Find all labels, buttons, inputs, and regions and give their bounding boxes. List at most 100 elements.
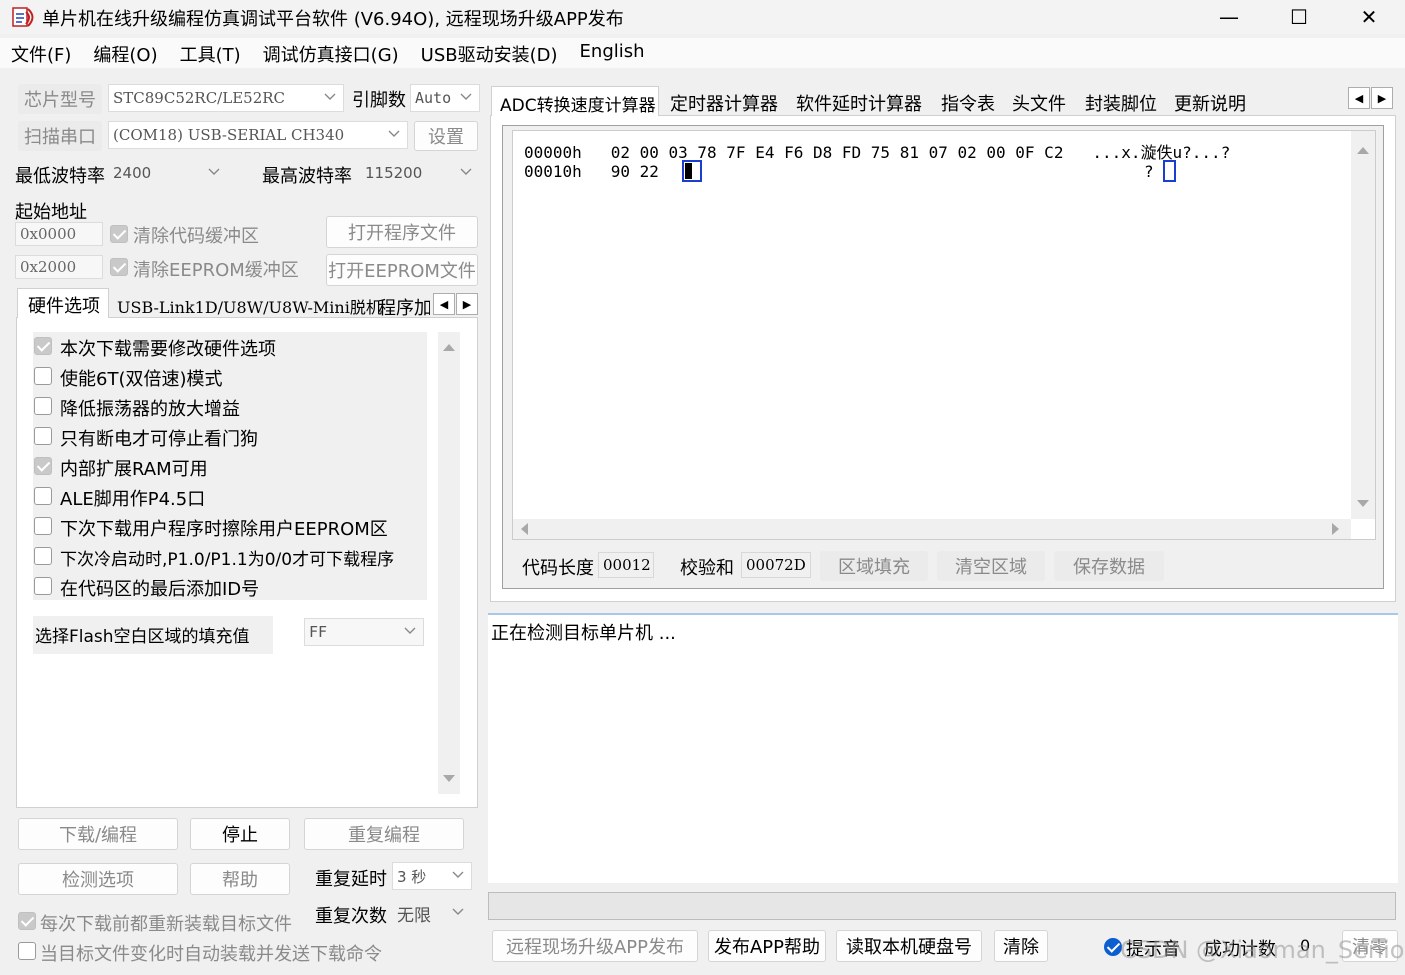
tab-hardware-options[interactable]: 硬件选项 <box>17 288 109 320</box>
minimize-button[interactable]: — <box>1194 0 1264 34</box>
option-checkbox[interactable] <box>34 367 52 385</box>
max-baud-select[interactable]: 115200 <box>360 159 480 187</box>
fill-region-button[interactable]: 区域填充 <box>820 551 928 581</box>
tab-header-file[interactable]: 头文件 <box>1012 90 1066 116</box>
clear-eeprom-checkbox[interactable] <box>110 258 128 276</box>
clear-code-checkbox[interactable] <box>110 225 128 243</box>
option-checkbox[interactable] <box>34 547 52 565</box>
menu-file[interactable]: 文件(F) <box>0 38 82 68</box>
repeat-count-select[interactable]: 无限 <box>392 899 472 927</box>
settings-button[interactable]: 设置 <box>414 121 478 151</box>
tab-scroll-left-icon[interactable]: ◀ <box>1348 87 1370 109</box>
hex-bytes: 02 00 03 78 7F E4 F6 D8 FD 75 81 07 02 0… <box>610 143 1064 162</box>
auto-send-label: 当目标文件变化时自动装载并发送下载命令 <box>40 944 382 965</box>
menu-english[interactable]: English <box>569 38 656 68</box>
option-label: 内部扩展RAM可用 <box>60 459 208 480</box>
hex-view[interactable]: 00000h 02 00 03 78 7F E4 F6 D8 FD 75 81 … <box>512 130 1376 540</box>
hex-vertical-scrollbar[interactable] <box>1351 131 1375 519</box>
close-button[interactable]: ✕ <box>1334 0 1404 34</box>
min-baud-select[interactable]: 2400 <box>108 159 228 187</box>
read-disk-id-button[interactable]: 读取本机硬盘号 <box>836 930 982 962</box>
option-checkbox[interactable] <box>34 487 52 505</box>
options-scrollbar[interactable] <box>438 332 460 794</box>
scan-port-button[interactable]: 扫描串口 <box>18 121 102 151</box>
tab-package-pins[interactable]: 封装脚位 <box>1085 90 1157 116</box>
fill-value-select[interactable]: FF <box>304 618 424 646</box>
menu-program[interactable]: 编程(O) <box>82 38 168 68</box>
hex-row: 00000h 02 00 03 78 7F E4 F6 D8 FD 75 81 … <box>524 139 1230 163</box>
checksum-label: 校验和 <box>680 558 734 579</box>
stop-button[interactable]: 停止 <box>190 818 290 850</box>
remote-upgrade-button[interactable]: 远程现场升级APP发布 <box>492 930 698 962</box>
chip-type-value: STC89C52RC/LE52RC <box>113 89 286 107</box>
option-checkbox[interactable] <box>34 427 52 445</box>
min-baud-value: 2400 <box>113 164 152 182</box>
repeat-delay-select[interactable]: 3 秒 <box>392 862 472 890</box>
tab-release-notes[interactable]: 更新说明 <box>1174 90 1246 116</box>
menu-debug[interactable]: 调试仿真接口(G) <box>252 38 410 68</box>
scroll-down-icon[interactable] <box>443 774 455 784</box>
option-label: 本次下载需要修改硬件选项 <box>60 339 276 360</box>
menu-tools[interactable]: 工具(T) <box>169 38 252 68</box>
port-value: (COM18) USB-SERIAL CH340 <box>113 126 345 144</box>
option-checkbox[interactable] <box>34 337 52 355</box>
open-eeprom-file-button[interactable]: 打开EEPROM文件 <box>326 254 478 286</box>
reset-count-button[interactable]: 清零 <box>1342 930 1398 962</box>
scroll-up-icon[interactable] <box>443 342 455 352</box>
hex-cursor <box>682 160 702 182</box>
hex-horizontal-scrollbar[interactable] <box>513 519 1351 539</box>
repeat-program-button[interactable]: 重复编程 <box>304 818 464 850</box>
code-address-input[interactable]: 0x0000 <box>15 222 103 246</box>
option-label: 下次下载用户程序时擦除用户EEPROM区 <box>60 519 388 540</box>
open-program-file-button[interactable]: 打开程序文件 <box>326 216 478 248</box>
tab-timer-calculator[interactable]: 定时器计算器 <box>670 90 778 116</box>
chevron-down-icon <box>452 871 464 878</box>
option-checkbox[interactable] <box>34 397 52 415</box>
menu-usb-driver[interactable]: USB驱动安装(D) <box>410 38 569 68</box>
hex-bytes: 90 22 <box>610 162 659 181</box>
option-checkbox[interactable] <box>34 577 52 595</box>
log-output[interactable]: 正在检测目标单片机 ... <box>488 613 1398 883</box>
tab-delay-calculator[interactable]: 软件延时计算器 <box>796 90 922 116</box>
pin-count-select[interactable]: Auto <box>410 84 480 112</box>
success-count-value: 0 <box>1284 933 1336 961</box>
beep-checkbox[interactable] <box>1104 938 1122 956</box>
maximize-button[interactable]: ☐ <box>1264 0 1334 34</box>
code-length-label: 代码长度 <box>522 558 594 579</box>
tab-scroll-right-icon[interactable]: ▶ <box>456 293 478 315</box>
detect-options-button[interactable]: 检测选项 <box>18 863 178 895</box>
download-program-button[interactable]: 下载/编程 <box>18 818 178 850</box>
save-data-button[interactable]: 保存数据 <box>1054 551 1164 581</box>
auto-send-checkbox[interactable] <box>18 942 36 960</box>
tab-scroll-left-icon[interactable]: ◀ <box>433 293 455 315</box>
chip-type-select[interactable]: STC89C52RC/LE52RC <box>108 84 344 112</box>
tab-scroll-right-icon[interactable]: ▶ <box>1371 87 1393 109</box>
option-checkbox[interactable] <box>34 457 52 475</box>
reload-target-checkbox[interactable] <box>18 912 36 930</box>
port-select[interactable]: (COM18) USB-SERIAL CH340 <box>108 121 408 149</box>
chevron-down-icon <box>208 168 220 175</box>
chevron-down-icon <box>460 93 472 100</box>
tab-adc-calculator[interactable]: ADC转换速度计算器 <box>491 86 659 118</box>
help-button[interactable]: 帮助 <box>190 863 290 895</box>
option-label: 使能6T(双倍速)模式 <box>60 369 223 390</box>
option-label: 在代码区的最后添加ID号 <box>60 579 260 600</box>
publish-app-help-button[interactable]: 发布APP帮助 <box>708 930 826 962</box>
window-title: 单片机在线升级编程仿真调试平台软件 (V6.94O), 远程现场升级APP发布 <box>42 9 624 30</box>
scroll-right-icon[interactable] <box>1331 523 1341 535</box>
clear-log-button[interactable]: 清除 <box>994 930 1048 962</box>
chevron-down-icon <box>460 168 472 175</box>
clear-region-button[interactable]: 清空区域 <box>937 551 1045 581</box>
tab-program-encrypt[interactable]: 程序加 <box>378 294 430 320</box>
eeprom-address-input[interactable]: 0x2000 <box>15 255 103 279</box>
tab-instruction-table[interactable]: 指令表 <box>941 90 995 116</box>
hex-ascii: ...x.漩佚u?...? <box>1092 143 1231 162</box>
scroll-up-icon[interactable] <box>1357 145 1369 155</box>
scroll-left-icon[interactable] <box>519 523 529 535</box>
option-checkbox[interactable] <box>34 517 52 535</box>
repeat-count-value: 无限 <box>397 905 431 926</box>
tab-usb-link[interactable]: USB-Link1D/U8W/U8W-Mini脱机 <box>117 294 382 318</box>
hex-address: 00010h <box>524 162 582 181</box>
scroll-down-icon[interactable] <box>1357 499 1369 509</box>
success-count-label: 成功计数 <box>1204 939 1276 960</box>
